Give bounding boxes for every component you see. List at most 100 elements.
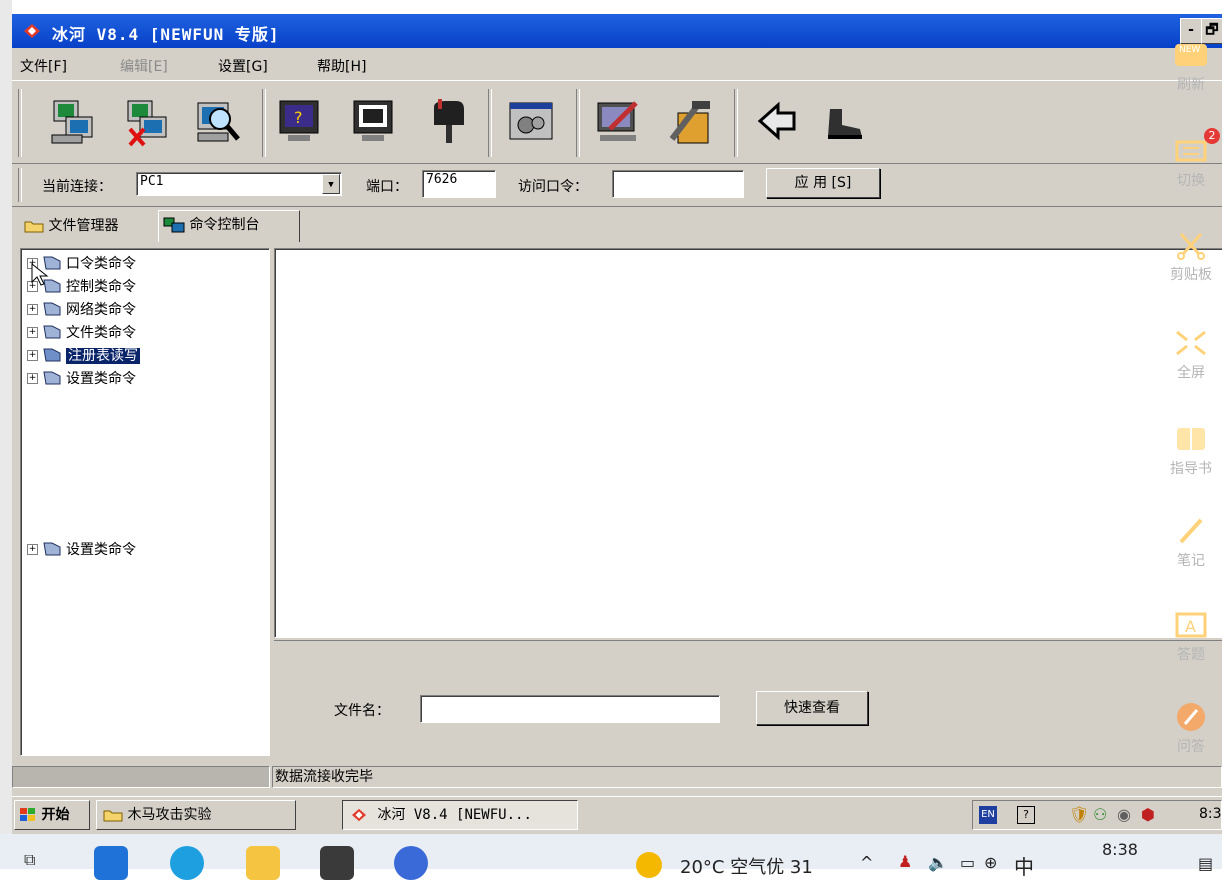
delete-host-icon[interactable] <box>120 95 174 149</box>
sidebar-label: 切换 <box>1177 173 1205 189</box>
settings-window-icon[interactable] <box>504 95 558 149</box>
output-area[interactable] <box>274 248 1222 638</box>
toolbar-separator <box>262 89 266 157</box>
quick-view-button[interactable]: 快速查看 <box>756 691 868 725</box>
new-badge-icon: NEW <box>1175 44 1207 66</box>
sidebar-item-notes[interactable]: 笔记 <box>1160 516 1222 570</box>
expand-icon[interactable]: + <box>27 543 38 555</box>
back-arrow-icon[interactable] <box>752 95 806 149</box>
sidebar-label: 剪贴板 <box>1170 267 1212 283</box>
security-icon[interactable]: ◉ <box>1117 805 1131 824</box>
password-input[interactable] <box>612 170 744 198</box>
sidebar-item-guide[interactable]: 指导书 <box>1160 424 1222 478</box>
sidebar-item-fullscreen[interactable]: 全屏 <box>1160 328 1222 382</box>
sidebar-item-answer[interactable]: A 答题 <box>1160 610 1222 664</box>
screen-capture-icon[interactable] <box>346 95 400 149</box>
taskbar-folder-button[interactable]: 木马攻击实验 <box>96 800 296 830</box>
sidebar-item-qa[interactable]: 问答 <box>1160 702 1222 756</box>
svg-text:A: A <box>1185 617 1196 636</box>
store-icon[interactable] <box>320 846 354 880</box>
taskbar-folder-label: 木马攻击实验 <box>127 807 212 823</box>
tree-node-label: 设置类命令 <box>66 542 136 558</box>
filename-input[interactable] <box>420 695 720 723</box>
help-screen-icon[interactable]: ? <box>272 95 326 149</box>
expand-icon[interactable]: + <box>27 326 38 338</box>
tree-node-file[interactable]: + 文件类命令 <box>27 322 136 344</box>
display-icon[interactable]: ▭ <box>960 853 975 872</box>
sidebar-item-switch[interactable]: 2 切换 <box>1160 128 1222 190</box>
expand-icon[interactable]: + <box>27 349 38 361</box>
tree-node-label: 设置类命令 <box>66 371 136 387</box>
current-connection-select[interactable]: PC1 ▼ <box>136 172 342 196</box>
menu-settings[interactable]: 设置[G] <box>218 56 268 76</box>
expand-icon[interactable]: + <box>27 372 38 384</box>
tab-command-console-label: 命令控制台 <box>189 217 260 233</box>
toolbar: ? <box>12 80 1222 164</box>
toolbar-separator <box>734 89 738 157</box>
expand-icon[interactable]: + <box>27 303 38 315</box>
menu-edit[interactable]: 编辑[E] <box>120 56 168 76</box>
tree-node-settings[interactable]: + 设置类命令 <box>27 368 136 390</box>
photos-icon[interactable] <box>394 846 428 880</box>
status-progress-panel <box>12 766 270 788</box>
folder-icon <box>24 221 44 233</box>
tree-node-network[interactable]: + 网络类命令 <box>27 299 136 321</box>
sidebar-label: 指导书 <box>1170 461 1212 477</box>
port-input[interactable]: 7626 <box>422 170 496 198</box>
shield-icon[interactable]: 🛡 <box>1069 805 1089 824</box>
globe-icon[interactable]: ⊕ <box>984 853 997 872</box>
menu-help[interactable]: 帮助[H] <box>317 56 366 76</box>
lang-indicator[interactable]: EN <box>979 806 997 824</box>
folder-icon <box>43 542 61 556</box>
sidebar-label: 笔记 <box>1177 553 1205 569</box>
sidebar-item-clipboard[interactable]: 剪贴板 <box>1160 230 1222 284</box>
chevron-down-icon[interactable]: ▼ <box>322 174 340 194</box>
command-tree: + 口令类命令 + 控制类命令 + 网络类命令 + 文件类命令 + 注册表读写 + 设置类命… <box>20 248 270 756</box>
help-icon[interactable]: ? <box>1017 806 1035 824</box>
left-edge-strip <box>0 0 12 869</box>
add-host-icon[interactable] <box>46 95 100 149</box>
mailbox-icon[interactable] <box>420 95 474 149</box>
task-view-icon[interactable]: ⧉ <box>24 850 35 870</box>
notification-icon[interactable]: ▤ <box>1198 854 1213 873</box>
answer-icon: A <box>1175 612 1207 638</box>
search-host-icon[interactable] <box>192 95 246 149</box>
antivirus-icon[interactable]: ⬢ <box>1141 805 1155 824</box>
tools-icon[interactable] <box>664 95 718 149</box>
edit-computer-icon[interactable] <box>592 95 646 149</box>
toolbar-separator <box>576 89 580 157</box>
toolbar-separator <box>488 89 492 157</box>
svg-text:?: ? <box>294 108 303 127</box>
ime-indicator[interactable]: 中 <box>1014 851 1034 880</box>
switch-badge: 2 <box>1204 128 1220 144</box>
mail-icon[interactable] <box>94 846 128 880</box>
boot-icon[interactable] <box>818 95 872 149</box>
tab-file-manager[interactable]: 文件管理器 <box>20 212 156 240</box>
port-label: 端口： <box>366 179 408 195</box>
floating-sidebar: NEW 刷新 2 切换 剪贴板 全屏 指导书 笔记 A 答题 问答 <box>1160 40 1222 780</box>
book-icon <box>1177 428 1205 450</box>
tab-command-console[interactable]: 命令控制台 <box>158 210 300 242</box>
tree-node-registry[interactable]: + 注册表读写 <box>27 345 140 367</box>
network-icon[interactable]: ⚇ <box>1093 805 1107 824</box>
tray-chevron-icon[interactable]: ^ <box>860 853 873 872</box>
start-button[interactable]: 开始 <box>14 800 90 830</box>
qq-icon[interactable]: ♟ <box>898 852 912 871</box>
tree-node-settings-duplicate[interactable]: + 设置类命令 <box>27 539 136 561</box>
title-bar[interactable]: 冰河 V8.4 [NEWFUN 专版] - 🗗 <box>12 14 1222 48</box>
volume-icon[interactable]: 🔈 <box>928 853 948 872</box>
taskbar-active-window-label: 冰河 V8.4 [NEWFU... <box>377 807 532 823</box>
host-clock[interactable]: 8:38 <box>1102 840 1138 859</box>
sidebar-label: 全屏 <box>1177 365 1205 381</box>
weather-text[interactable]: 20°C 空气优 31 <box>680 853 813 879</box>
taskbar-active-window[interactable]: 冰河 V8.4 [NEWFU... <box>342 800 578 830</box>
toolbar-grip <box>18 168 22 202</box>
menu-file[interactable]: 文件[F] <box>20 56 67 76</box>
file-explorer-icon[interactable] <box>246 846 280 880</box>
tree-node-label: 文件类命令 <box>66 325 136 341</box>
apply-button[interactable]: 应 用 [S] <box>766 168 880 198</box>
sidebar-item-refresh[interactable]: NEW 刷新 <box>1160 40 1222 94</box>
edge-icon[interactable] <box>170 846 204 880</box>
folder-icon <box>43 302 61 316</box>
password-label: 访问口令： <box>518 179 588 195</box>
